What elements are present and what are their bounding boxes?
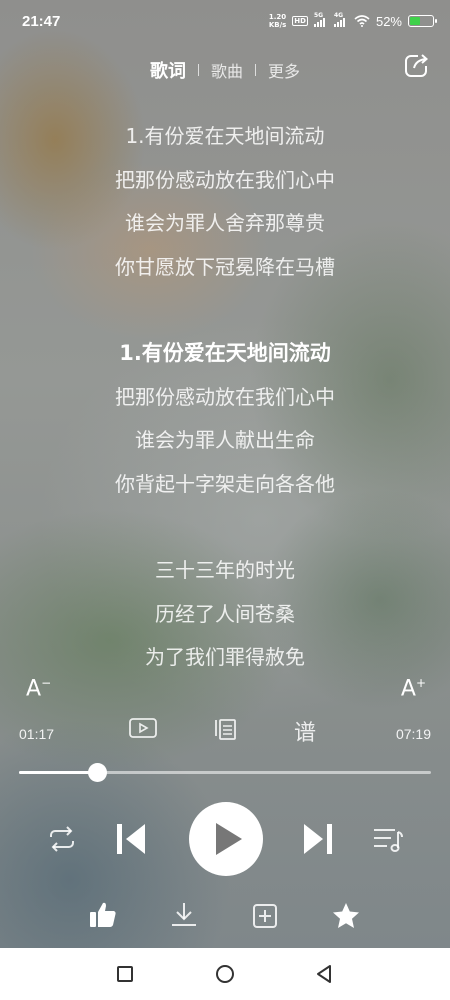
previous-icon[interactable] (113, 820, 149, 858)
status-bar: 21:47 1.20 KB/s HD 5G 4G 52% (0, 0, 450, 42)
lyric-line: 历经了人间苍桑 (155, 601, 295, 626)
total-time: 07:19 (395, 726, 431, 742)
battery-icon (408, 15, 437, 27)
copy-icon[interactable] (212, 716, 238, 742)
battery-percent: 52% (375, 13, 402, 29)
decrease-font-button[interactable]: A− (26, 676, 51, 701)
lyric-line: 谁会为罪人献出生命 (135, 428, 315, 452)
video-icon[interactable] (128, 716, 158, 740)
next-icon[interactable] (300, 820, 336, 858)
lyric-line: 你背起十字架走向各各他 (115, 471, 335, 496)
lyric-line: 谁会为罪人舍弃那尊贵 (125, 211, 325, 235)
lyric-line: 1.有份爱在天地间流动 (125, 124, 325, 148)
increase-font-button[interactable]: A+ (401, 676, 426, 701)
star-icon[interactable] (331, 901, 361, 931)
seek-bar[interactable] (19, 763, 431, 782)
recent-apps-icon[interactable] (116, 965, 134, 983)
lyric-line: 把那份感动放在我们心中 (115, 167, 335, 192)
lyric-line: 你甘愿放下冠冕降在马槽 (115, 254, 335, 279)
score-button[interactable]: 谱 (294, 715, 316, 747)
repeat-icon[interactable] (45, 824, 79, 854)
signal-5g-icon: 5G (313, 12, 328, 27)
wifi-icon (354, 15, 370, 27)
lyric-line-current: 1.有份爱在天地间流动 (119, 341, 331, 365)
signal-4g-icon: 4G (333, 12, 348, 27)
lyrics-toolbar: 谱 (128, 715, 328, 747)
back-icon[interactable] (315, 964, 333, 984)
network-speed: 1.20 KB/s (268, 13, 287, 29)
seek-bar-played (19, 771, 98, 774)
playlist-icon[interactable] (371, 824, 405, 854)
tab-song[interactable]: 歌曲 (199, 58, 255, 82)
tab-more[interactable]: 更多 (256, 58, 312, 82)
current-time: 01:17 (19, 726, 55, 742)
song-actions (0, 900, 450, 932)
lyric-line: 把那份感动放在我们心中 (115, 384, 335, 409)
clock: 21:47 (22, 12, 61, 30)
system-nav-bar (0, 948, 450, 1000)
lyric-line: 三十三年的时光 (155, 558, 295, 582)
hd-icon: HD (292, 16, 308, 26)
tab-lyrics[interactable]: 歌词 (138, 57, 198, 83)
play-button[interactable] (189, 802, 263, 876)
share-icon[interactable] (402, 52, 430, 80)
add-icon[interactable] (251, 902, 279, 930)
download-icon[interactable] (169, 900, 199, 930)
playback-controls (0, 800, 450, 880)
play-icon (216, 823, 242, 855)
top-tabs: 歌词 歌曲 更多 (0, 55, 450, 85)
lyric-line: 为了我们罪得赦免 (145, 645, 305, 669)
like-icon[interactable] (88, 900, 118, 930)
status-indicators: 1.20 KB/s HD 5G 4G 52% (268, 12, 437, 29)
home-icon[interactable] (215, 964, 235, 984)
lyrics-panel: 1.有份爱在天地间流动 把那份感动放在我们心中 谁会为罪人舍弃那尊贵 你甘愿放下… (0, 115, 450, 680)
